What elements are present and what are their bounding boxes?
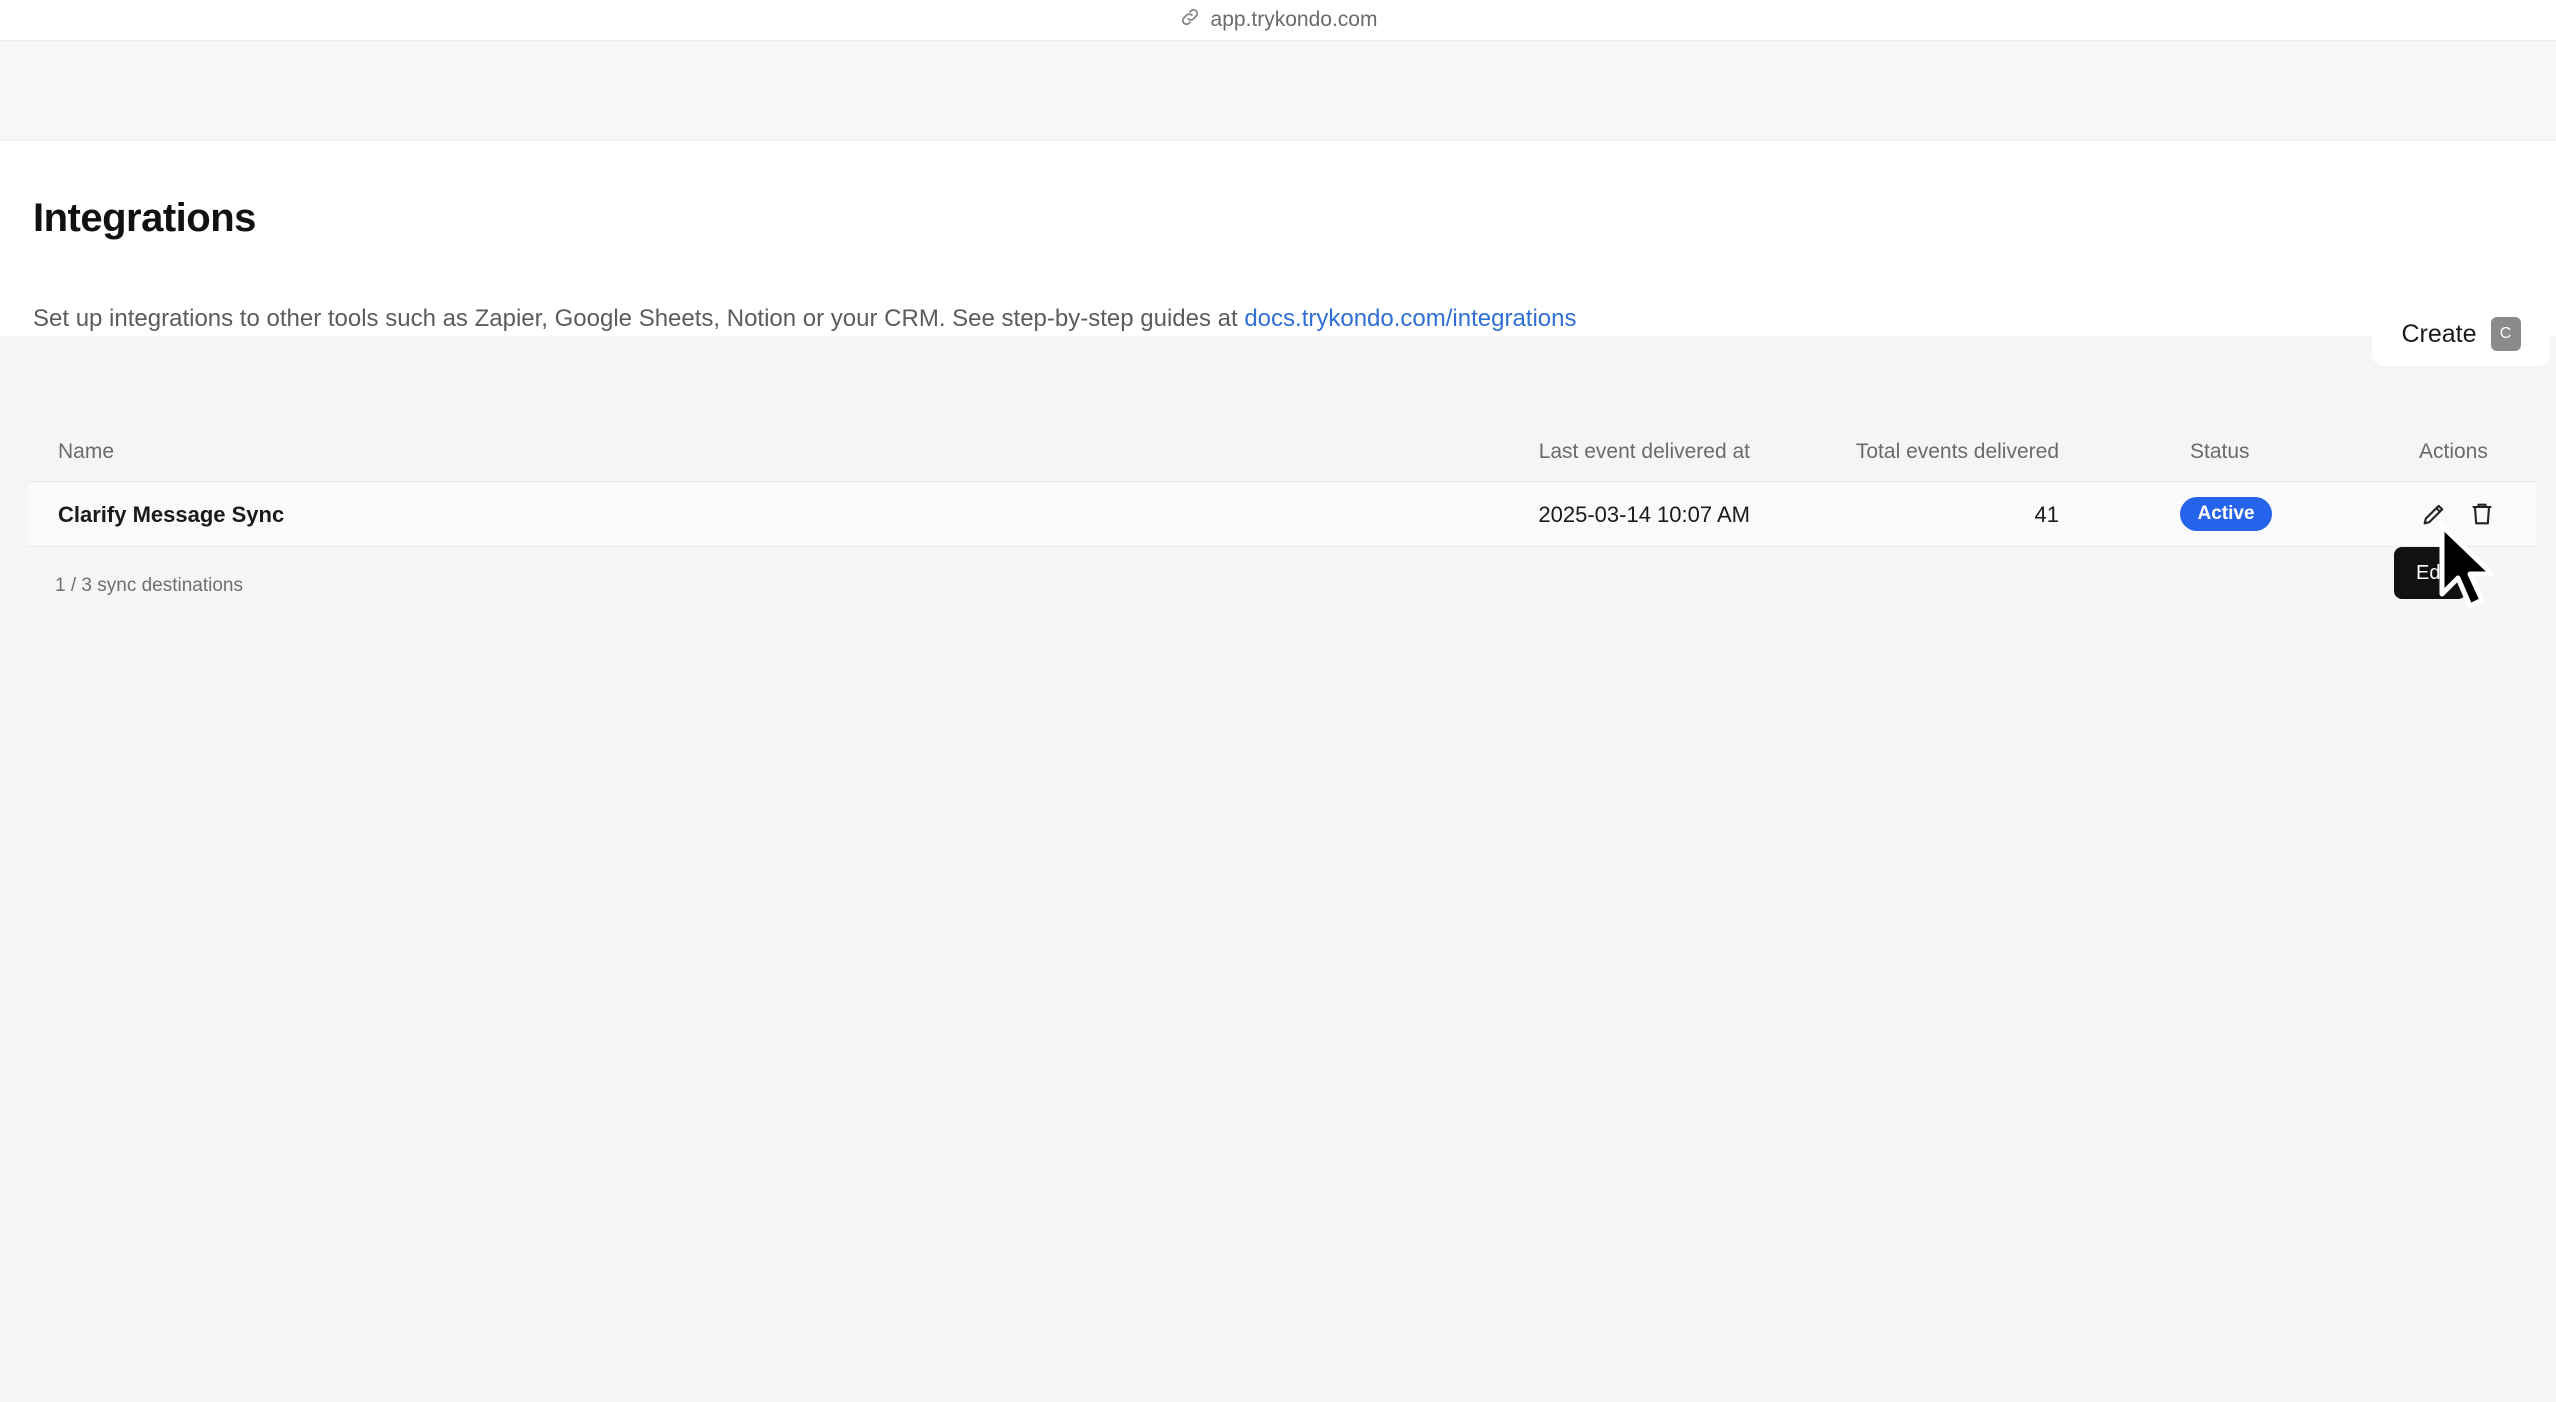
page-description: Set up integrations to other tools such … — [33, 305, 1577, 333]
create-button-label: Create — [2401, 319, 2477, 348]
column-header-total-events: Total events delivered — [1855, 440, 2059, 463]
description-text: Set up integrations to other tools such … — [33, 305, 1245, 332]
column-header-actions: Actions — [2419, 440, 2488, 463]
table-row[interactable]: Clarify Message Sync 2025-03-14 10:07 AM… — [28, 481, 2536, 547]
table-header: Name Last event delivered at Total event… — [28, 428, 2536, 478]
mouse-cursor-icon — [2439, 523, 2495, 609]
total-events-count: 41 — [2034, 502, 2059, 527]
status-badge: Active — [2180, 497, 2272, 531]
column-header-status: Status — [2190, 440, 2250, 463]
url-text: app.trykondo.com — [1210, 8, 1378, 31]
link-icon — [1179, 6, 1201, 34]
sync-destination-count: 1 / 3 sync destinations — [55, 575, 243, 596]
docs-link[interactable]: docs.trykondo.com/integrations — [1244, 305, 1576, 332]
integration-name: Clarify Message Sync — [58, 502, 285, 527]
top-nav-band — [0, 41, 2556, 141]
column-header-name: Name — [58, 440, 115, 463]
create-button[interactable]: Create C — [2372, 302, 2550, 366]
shortcut-key-badge: C — [2490, 317, 2521, 351]
page-title: Integrations — [33, 196, 256, 240]
column-header-last-event: Last event delivered at — [1538, 440, 1750, 463]
last-event-time: 2025-03-14 10:07 AM — [1538, 502, 1750, 527]
address-bar[interactable]: app.trykondo.com — [0, 0, 2556, 41]
